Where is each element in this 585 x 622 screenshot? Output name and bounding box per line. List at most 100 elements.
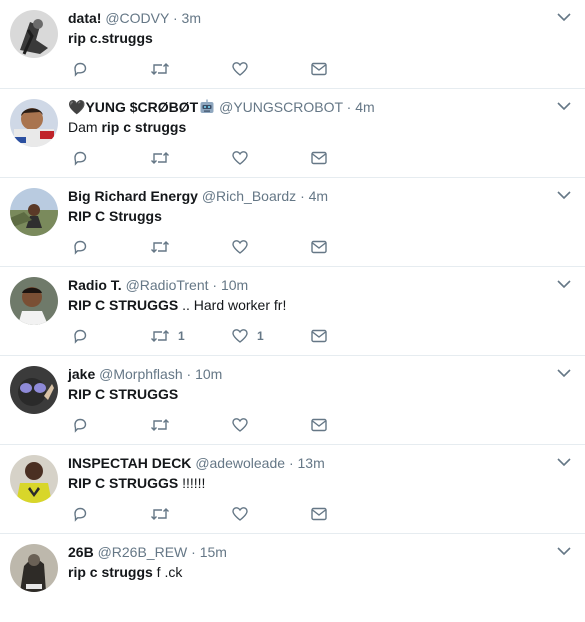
retweet-button[interactable] [150, 238, 178, 256]
direct-message-button[interactable] [310, 238, 328, 256]
robot-emoji-icon [200, 99, 214, 113]
avatar[interactable] [10, 99, 58, 147]
heart-icon [232, 62, 248, 76]
retweet-button[interactable]: 1 [150, 327, 185, 345]
tweet-actions [68, 505, 348, 523]
tweet-text-normal: Dam [68, 119, 102, 135]
direct-message-button[interactable] [310, 60, 328, 78]
avatar[interactable] [10, 544, 58, 592]
reply-button[interactable] [71, 327, 89, 345]
retweet-icon [151, 63, 169, 75]
separator: · [191, 544, 196, 560]
timestamp[interactable]: 15m [200, 544, 227, 560]
chevron-down-icon[interactable] [557, 546, 571, 556]
retweet-button[interactable] [150, 149, 178, 167]
user-handle[interactable]: @CODVY [105, 10, 169, 26]
like-button[interactable] [231, 238, 257, 256]
chevron-down-icon[interactable] [557, 12, 571, 22]
tweet-header: Radio T. @RadioTrent · 10m [68, 276, 248, 294]
tweet-header: data! @CODVY · 3m [68, 9, 201, 27]
retweet-icon [151, 330, 169, 342]
avatar[interactable] [10, 366, 58, 414]
user-handle[interactable]: @Morphflash [99, 366, 182, 382]
reply-button[interactable] [71, 416, 89, 434]
tweet-feed: data! @CODVY · 3m rip c.struggs 🖤YUNG $C… [0, 0, 585, 622]
chevron-down-icon[interactable] [557, 368, 571, 378]
retweet-button[interactable] [150, 60, 178, 78]
display-name[interactable]: INSPECTAH DECK [68, 455, 191, 471]
direct-message-button[interactable] [310, 327, 328, 345]
tweet[interactable]: Big Richard Energy @Rich_Boardz · 4m RIP… [0, 178, 585, 267]
chevron-down-icon[interactable] [557, 101, 571, 111]
avatar[interactable] [10, 10, 58, 58]
retweet-button[interactable] [150, 505, 178, 523]
like-count: 1 [257, 329, 264, 343]
envelope-icon [311, 240, 327, 254]
tweet-text: RIP C STRUGGS [68, 385, 178, 403]
chevron-down-icon[interactable] [557, 457, 571, 467]
separator: · [186, 366, 192, 382]
heart-icon [232, 507, 248, 521]
reply-icon [74, 151, 87, 166]
tweet[interactable]: Radio T. @RadioTrent · 10m RIP C STRUGGS… [0, 267, 585, 356]
tweet[interactable]: INSPECTAH DECK @adewoleade · 13m RIP C S… [0, 445, 585, 534]
display-name[interactable]: Big Richard Energy [68, 188, 198, 204]
display-name-text: YUNG $CRØBØT [85, 99, 199, 115]
retweet-button[interactable] [150, 416, 178, 434]
avatar[interactable] [10, 455, 58, 503]
display-name[interactable]: Radio T. [68, 277, 122, 293]
chevron-down-icon[interactable] [557, 190, 571, 200]
display-name[interactable]: jake [68, 366, 95, 382]
like-button[interactable] [231, 149, 257, 167]
retweet-icon [151, 419, 169, 431]
user-handle[interactable]: @R26B_REW [98, 544, 188, 560]
envelope-icon [311, 62, 327, 76]
tweet-text: Dam rip c struggs [68, 118, 186, 136]
timestamp[interactable]: 3m [182, 10, 201, 26]
display-name[interactable]: 🖤YUNG $CRØBØT [68, 99, 215, 115]
reply-button[interactable] [71, 60, 89, 78]
like-button[interactable] [231, 60, 257, 78]
like-button[interactable] [231, 416, 257, 434]
tweet-text: RIP C Struggs [68, 207, 162, 225]
avatar[interactable] [10, 277, 58, 325]
like-button[interactable] [231, 505, 257, 523]
reply-button[interactable] [71, 149, 89, 167]
tweet-header: 🖤YUNG $CRØBØT @YUNGSCROBOT · 4m [68, 98, 375, 116]
direct-message-button[interactable] [310, 505, 328, 523]
tweet[interactable]: 26B @R26B_REW · 15m rip c struggs f .ck [0, 534, 585, 622]
timestamp[interactable]: 10m [195, 366, 222, 382]
reply-button[interactable] [71, 238, 89, 256]
tweet[interactable]: jake @Morphflash · 10m RIP C STRUGGS [0, 356, 585, 445]
tweet-text-highlight: RIP C STRUGGS [68, 297, 179, 313]
timestamp[interactable]: 4m [355, 99, 374, 115]
tweet[interactable]: data! @CODVY · 3m rip c.struggs [0, 0, 585, 89]
like-button[interactable]: 1 [231, 327, 264, 345]
retweet-icon [151, 152, 169, 164]
tweet-text: rip c struggs f .ck [68, 563, 182, 581]
user-handle[interactable]: @Rich_Boardz [202, 188, 296, 204]
timestamp[interactable]: 10m [221, 277, 248, 293]
tweet-text-highlight: RIP C STRUGGS [68, 475, 179, 491]
envelope-icon [311, 507, 327, 521]
reply-button[interactable] [71, 505, 89, 523]
user-handle[interactable]: @YUNGSCROBOT [219, 99, 343, 115]
heart-icon [232, 240, 248, 254]
direct-message-button[interactable] [310, 149, 328, 167]
separator: · [300, 188, 305, 204]
display-name[interactable]: 26B [68, 544, 94, 560]
direct-message-button[interactable] [310, 416, 328, 434]
chevron-down-icon[interactable] [557, 279, 571, 289]
user-handle[interactable]: @adewoleade [195, 455, 285, 471]
tweet[interactable]: 🖤YUNG $CRØBØT @YUNGSCROBOT · 4m Dam rip … [0, 89, 585, 178]
separator: · [288, 455, 294, 471]
user-handle[interactable]: @RadioTrent [126, 277, 209, 293]
tweet-text-highlight: rip c struggs [68, 564, 153, 580]
reply-icon [74, 62, 87, 77]
tweet-header: jake @Morphflash · 10m [68, 365, 222, 383]
display-name[interactable]: data! [68, 10, 101, 26]
timestamp[interactable]: 4m [309, 188, 328, 204]
timestamp[interactable]: 13m [298, 455, 325, 471]
avatar[interactable] [10, 188, 58, 236]
tweet-actions [68, 149, 348, 167]
